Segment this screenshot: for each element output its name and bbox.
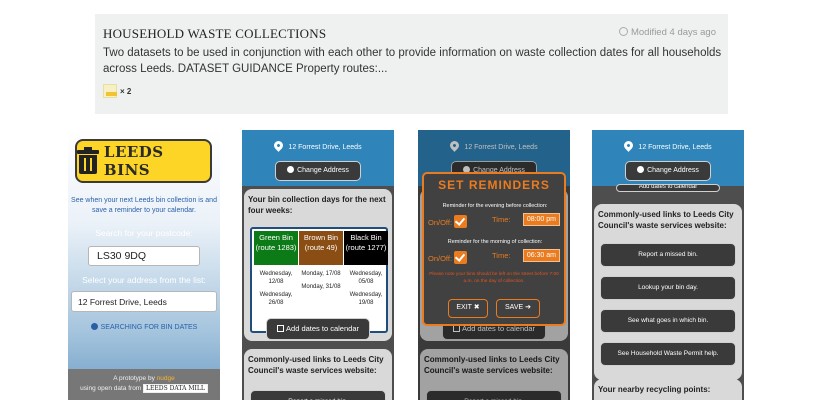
links-title: Commonly-used links to Leeds City Counci… — [248, 355, 384, 375]
save-button[interactable]: SAVE ➔ — [496, 299, 540, 318]
brown-bin-header: Brown Bin (route 49) — [299, 231, 343, 265]
evening-time-input[interactable]: 08:00 pm — [522, 213, 560, 226]
searching-status: SEARCHING FOR BIN DATES — [68, 323, 220, 331]
dataset-card[interactable]: HOUSEHOLD WASTE COLLECTIONS Modified 4 d… — [95, 14, 728, 114]
clock-icon — [618, 27, 628, 36]
evening-time-label: Time: — [492, 215, 511, 224]
morning-onoff-label: On/Off: — [428, 254, 453, 263]
screen-results: 12 Forrest Drive, Leeds Change Address Y… — [242, 130, 394, 400]
header-address: 12 Forrest Drive, Leeds — [592, 139, 744, 152]
collection-days-title: Your bin collection days for the next fo… — [248, 195, 386, 215]
waste-permit-help-button[interactable]: See Household Waste Permit help. — [600, 342, 736, 366]
searching-text: SEARCHING FOR BIN DATES — [100, 324, 198, 331]
reminder-note: Please note your bins should be left on … — [429, 272, 559, 284]
report-missed-bin-button[interactable]: Report a missed bin. — [600, 243, 736, 267]
what-goes-in-which-bin-button[interactable]: See what goes in which bin. — [600, 309, 736, 333]
address-select[interactable]: 12 Forrest Drive, Leeds — [71, 291, 217, 312]
modified-info: Modified 4 days ago — [618, 27, 716, 38]
add-to-calendar-button[interactable]: Add dates to calendar — [266, 318, 370, 340]
spinner-icon — [90, 323, 98, 330]
report-missed-bin-button[interactable]: Report a missed bin. — [250, 390, 386, 400]
evening-reminder-label: Reminder for the evening before collecti… — [442, 203, 548, 209]
spreadsheet-file-icon — [103, 84, 117, 98]
address-label: Select your address from the list: — [82, 275, 206, 285]
modified-text: Modified 4 days ago — [630, 27, 716, 38]
black-bin-header: Black Bin (route 1277) — [344, 231, 388, 265]
arrow-circle-icon — [287, 166, 295, 173]
leeds-bins-logo: LEEDS BINS — [75, 139, 212, 183]
dataset-description: Two datasets to be used in conjunction w… — [103, 47, 722, 75]
page: HOUSEHOLD WASTE COLLECTIONS Modified 4 d… — [0, 0, 819, 410]
change-address-label: Change Address — [297, 167, 349, 174]
postcode-input[interactable]: LS30 9DQ — [88, 246, 200, 266]
change-address-button[interactable]: Change Address — [275, 161, 361, 181]
reminders-title: SET REMINDERS — [438, 178, 550, 192]
exit-label: EXIT — [456, 304, 472, 311]
arrow-circle-icon — [637, 166, 645, 173]
bin-date: Monday, 31/08 — [301, 284, 341, 290]
morning-time-label: Time: — [492, 251, 511, 260]
bin-date: Wednesday, 19/08 — [349, 292, 383, 306]
leeds-data-mill-logo[interactable]: LEEDS DATA MILL — [143, 384, 208, 393]
evening-onoff-label: On/Off: — [428, 218, 453, 227]
morning-reminder-row: On/Off: Time: 06:30 am — [428, 249, 564, 264]
add-to-calendar-label: Add dates to calendar — [286, 324, 359, 333]
links-title: Commonly-used links to Leeds City Counci… — [598, 210, 734, 230]
morning-reminder-label: Reminder for the morning of collection: — [447, 239, 543, 245]
screen-search: LEEDS BINS See when your next Leeds bin … — [68, 130, 220, 400]
black-bin-column: Black Bin (route 1277) Wednesday, 05/08 … — [344, 231, 388, 307]
green-bin-column: Green Bin (route 1283) Wednesday, 12/08 … — [254, 231, 298, 307]
exit-button[interactable]: EXIT ✖ — [448, 299, 488, 318]
screen-reminders: 12 Forrest Drive, Leeds Change Address A… — [418, 130, 570, 400]
morning-time-input[interactable]: 06:30 am — [522, 249, 560, 262]
evening-checkbox[interactable] — [454, 215, 468, 228]
footer-prototype-text: A prototype by — [113, 375, 155, 382]
nudge-logo[interactable]: nudge — [157, 375, 175, 382]
footer-line-2: using open data from LEEDS DATA MILL — [68, 384, 220, 394]
bin-date: Wednesday, 12/08 — [259, 271, 293, 285]
file-count-badge: × 2 — [103, 84, 131, 98]
map-pin-icon — [622, 139, 636, 152]
postcode-label: Search for your postcode: — [95, 228, 193, 238]
add-to-calendar-partial-label: Add dates to calendar — [638, 184, 698, 190]
save-label: SAVE — [505, 304, 524, 311]
green-bin-header: Green Bin (route 1283) — [254, 231, 298, 265]
footer-data-text: using open data from — [80, 385, 142, 392]
app-header: 12 Forrest Drive, Leeds Change Address — [592, 130, 744, 186]
change-address-button[interactable]: Change Address — [625, 161, 711, 181]
bin-date: Wednesday, 05/08 — [349, 271, 383, 285]
add-to-calendar-button-partial[interactable]: Add dates to calendar — [616, 184, 720, 192]
header-address: 12 Forrest Drive, Leeds — [242, 139, 394, 152]
recycling-panel: Your nearby recycling points: — [594, 379, 742, 400]
close-icon: ✖ — [473, 304, 480, 311]
evening-reminder-row: On/Off: Time: 08:00 pm — [428, 213, 564, 228]
dataset-title[interactable]: HOUSEHOLD WASTE COLLECTIONS — [103, 26, 326, 42]
footer: A prototype by nudge using open data fro… — [68, 369, 220, 400]
brown-bin-column: Brown Bin (route 49) Monday, 17/08 Monda… — [299, 231, 343, 291]
arrow-right-icon: ➔ — [525, 304, 531, 311]
bin-date: Wednesday, 26/08 — [259, 292, 293, 306]
calendar-icon — [277, 325, 285, 332]
header-address-text: 12 Forrest Drive, Leeds — [638, 144, 712, 151]
header-address-text: 12 Forrest Drive, Leeds — [288, 144, 362, 151]
lookup-bin-day-button[interactable]: Lookup your bin day. — [600, 276, 736, 300]
bin-date: Monday, 17/08 — [301, 271, 341, 277]
logo-text: LEEDS BINS — [103, 143, 164, 179]
bin-icon — [77, 147, 99, 174]
screen-links: 12 Forrest Drive, Leeds Change Address A… — [592, 130, 744, 400]
morning-checkbox[interactable] — [454, 251, 468, 264]
app-header: 12 Forrest Drive, Leeds Change Address — [242, 130, 394, 186]
map-pin-icon — [272, 139, 286, 152]
set-reminders-modal: SET REMINDERS Reminder for the evening b… — [422, 172, 566, 326]
change-address-label: Change Address — [647, 167, 699, 174]
footer-line-1: A prototype by nudge — [68, 374, 220, 384]
file-count: × 2 — [120, 86, 132, 96]
recycling-title: Your nearby recycling points: — [598, 385, 711, 394]
intro-text: See when your next Leeds bin collection … — [71, 197, 217, 214]
